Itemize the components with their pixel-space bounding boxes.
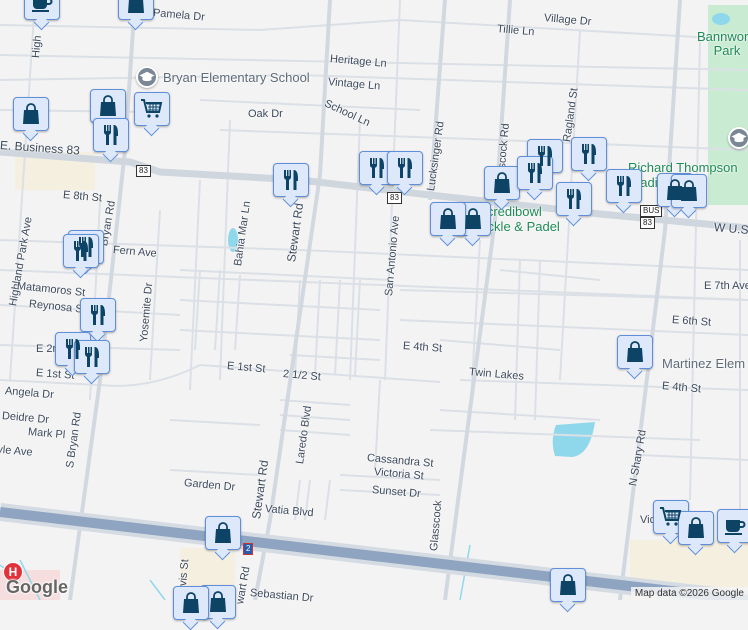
lake — [552, 422, 595, 457]
shopping-marker[interactable] — [455, 202, 491, 236]
restaurant-marker[interactable] — [80, 298, 116, 332]
fork-knife-icon — [393, 156, 417, 180]
cafe-marker[interactable] — [24, 0, 60, 20]
interstate-2-shield: 2 — [243, 543, 254, 555]
shopping-marker[interactable] — [678, 511, 714, 545]
shopping-cart-icon — [140, 97, 164, 121]
fork-knife-icon — [69, 239, 93, 263]
shopping-bag-icon — [556, 573, 580, 597]
cafe-marker[interactable] — [717, 509, 748, 543]
fork-knife-icon — [612, 174, 636, 198]
fork-knife-icon — [99, 123, 123, 147]
restaurant-marker[interactable] — [606, 169, 642, 203]
grocery-marker[interactable] — [134, 92, 170, 126]
shopping-bag-icon — [124, 0, 148, 15]
shopping-marker[interactable] — [671, 174, 707, 208]
street-label: Kyle Ave — [0, 443, 33, 459]
shopping-bag-icon — [461, 207, 485, 231]
street-label: Oak Dr — [248, 108, 283, 120]
shopping-marker[interactable] — [13, 97, 49, 131]
restaurant-marker[interactable] — [273, 163, 309, 197]
place-label-bryan-school[interactable]: Bryan Elementary School — [163, 70, 310, 85]
shopping-bag-icon — [623, 340, 647, 364]
place-label-bannworth-park[interactable]: Bannworth Park — [697, 30, 748, 58]
shopping-bag-icon — [490, 171, 514, 195]
us83-shield: 83 — [640, 217, 655, 229]
street-label: High — [30, 34, 44, 59]
shopping-marker[interactable] — [200, 585, 236, 619]
coffee-cup-icon — [30, 0, 54, 15]
fork-knife-icon — [86, 303, 110, 327]
coffee-cup-icon — [723, 514, 747, 538]
fork-knife-icon — [365, 156, 389, 180]
restaurant-marker[interactable] — [556, 182, 592, 216]
shopping-bag-icon — [211, 521, 235, 545]
shopping-marker[interactable] — [484, 166, 520, 200]
fork-knife-icon — [80, 345, 104, 369]
fork-knife-icon — [523, 161, 547, 185]
shopping-marker[interactable] — [550, 568, 586, 602]
us83-shield: 83 — [136, 165, 151, 177]
pond — [712, 13, 730, 25]
shopping-bag-icon — [436, 207, 460, 231]
shopping-marker[interactable] — [617, 335, 653, 369]
shopping-marker[interactable] — [173, 586, 209, 620]
shopping-bag-icon — [206, 590, 230, 614]
restaurant-marker[interactable] — [74, 340, 110, 374]
shopping-marker[interactable] — [118, 0, 154, 20]
shopping-bag-icon — [179, 591, 203, 615]
shopping-bag-icon — [19, 102, 43, 126]
restaurant-marker[interactable] — [571, 137, 607, 171]
street-label: vis St — [177, 558, 192, 587]
restaurant-marker[interactable] — [93, 118, 129, 152]
google-logo: Google — [6, 577, 68, 597]
place-label-martinez-elementary[interactable]: Martinez Elem — [662, 356, 745, 371]
us83-shield: 83 — [387, 192, 402, 204]
fork-knife-icon — [279, 168, 303, 192]
street-label: E 7th Ave — [704, 280, 748, 292]
shopping-bag-icon — [96, 94, 120, 118]
school-icon[interactable] — [728, 127, 748, 149]
fork-knife-icon — [562, 187, 586, 211]
shopping-cart-icon — [659, 505, 683, 529]
shopping-bag-icon — [677, 179, 701, 203]
shopping-bag-icon — [684, 516, 708, 540]
school-icon[interactable] — [136, 66, 158, 88]
shopping-marker[interactable] — [205, 516, 241, 550]
map-attribution[interactable]: Map data ©2026 Google — [630, 587, 748, 600]
fork-knife-icon — [577, 142, 601, 166]
restaurant-marker[interactable] — [387, 151, 423, 185]
